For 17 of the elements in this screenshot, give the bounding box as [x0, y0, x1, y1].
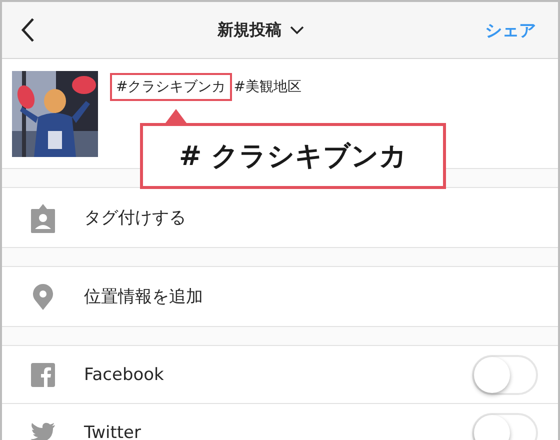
chevron-down-icon[interactable] — [290, 26, 304, 34]
person-tag-icon — [30, 202, 56, 234]
screen-title: 新規投稿 — [218, 20, 282, 40]
hashtag[interactable]: #美観地区 — [232, 73, 308, 101]
location-pin-icon — [31, 282, 55, 310]
share-target-label: Twitter — [84, 422, 142, 440]
option-label[interactable]: タグ付けする — [84, 206, 186, 229]
callout-pointer — [164, 109, 188, 125]
option-label[interactable]: 位置情報を追加 — [84, 285, 203, 308]
toggle-switch[interactable] — [472, 354, 538, 394]
callout-label: # クラシキブンカ — [140, 123, 446, 189]
hashtag[interactable]: #クラシキブンカ — [110, 73, 232, 101]
share-target-label: Facebook — [84, 364, 165, 384]
back-button[interactable] — [20, 17, 36, 43]
facebook-icon — [31, 362, 55, 386]
back-icon — [20, 17, 36, 43]
bird-icon — [30, 422, 56, 440]
